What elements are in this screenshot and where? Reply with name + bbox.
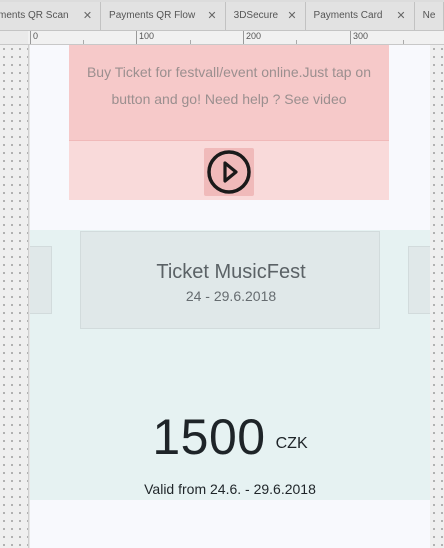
ruler-label: 200: [246, 31, 262, 41]
previous-ticket-card[interactable]: [30, 246, 52, 314]
play-video-button[interactable]: [204, 148, 254, 196]
validity-text: Valid from 24.6. - 29.6.2018: [144, 481, 316, 497]
next-ticket-card[interactable]: [408, 246, 430, 314]
tab-label: 3DSecure: [233, 10, 279, 21]
tab-label: Ne: [422, 10, 436, 21]
price-row: 1500 CZK: [30, 407, 430, 467]
ruler-tick: [403, 40, 404, 44]
tab-qr-scan[interactable]: ments QR Scan ✕: [0, 2, 102, 30]
document-tab-bar: ments QR Scan ✕ Payments QR Flow ✕ 3DSec…: [0, 0, 444, 31]
ticket-dates: 24 - 29.6.2018: [185, 288, 277, 304]
close-icon[interactable]: ✕: [287, 2, 296, 30]
ruler-tick: [190, 40, 191, 44]
tab-payments-qr-flow[interactable]: Payments QR Flow ✕: [101, 2, 226, 30]
info-text: Buy Ticket for festvall/event online.Jus…: [86, 64, 372, 107]
ticket-title: Ticket MusicFest: [156, 261, 306, 283]
info-card: Buy Ticket for festvall/event online.Jus…: [69, 45, 389, 200]
close-icon[interactable]: ✕: [396, 2, 405, 30]
artboard[interactable]: Buy Ticket for festvall/event online.Jus…: [30, 45, 430, 548]
ruler-label: 0: [33, 31, 39, 41]
ruler-label: 300: [353, 31, 369, 41]
ruler-corner: [0, 31, 28, 45]
tab-payments-card[interactable]: Payments Card ✕: [305, 2, 415, 30]
ruler-tick: [83, 40, 84, 44]
vertical-ruler[interactable]: [0, 45, 29, 548]
tab-label: Payments QR Flow: [109, 10, 196, 21]
price-currency: CZK: [275, 435, 308, 452]
close-icon[interactable]: ✕: [83, 2, 92, 30]
ruler-tick: [136, 31, 137, 44]
ruler-label: 100: [139, 31, 155, 41]
canvas-margin: [430, 45, 444, 548]
ruler-tick: [350, 31, 351, 44]
play-circle-icon: [207, 150, 251, 194]
tab-label: Payments Card: [313, 10, 383, 21]
ruler-tick: [243, 31, 244, 44]
horizontal-ruler[interactable]: 0 100 200 300: [28, 31, 444, 45]
ruler-tick: [30, 31, 31, 44]
ticket-card[interactable]: Ticket MusicFest 24 - 29.6.2018: [80, 231, 380, 329]
close-icon[interactable]: ✕: [207, 2, 216, 30]
price-amount: 1500: [152, 409, 266, 465]
tab-3dsecure[interactable]: 3DSecure ✕: [225, 2, 306, 30]
ruler-tick: [296, 40, 297, 44]
info-card-text-area: Buy Ticket for festvall/event online.Jus…: [69, 45, 389, 140]
tab-label: ments QR Scan: [0, 10, 69, 21]
tab-next[interactable]: Ne: [414, 2, 444, 30]
